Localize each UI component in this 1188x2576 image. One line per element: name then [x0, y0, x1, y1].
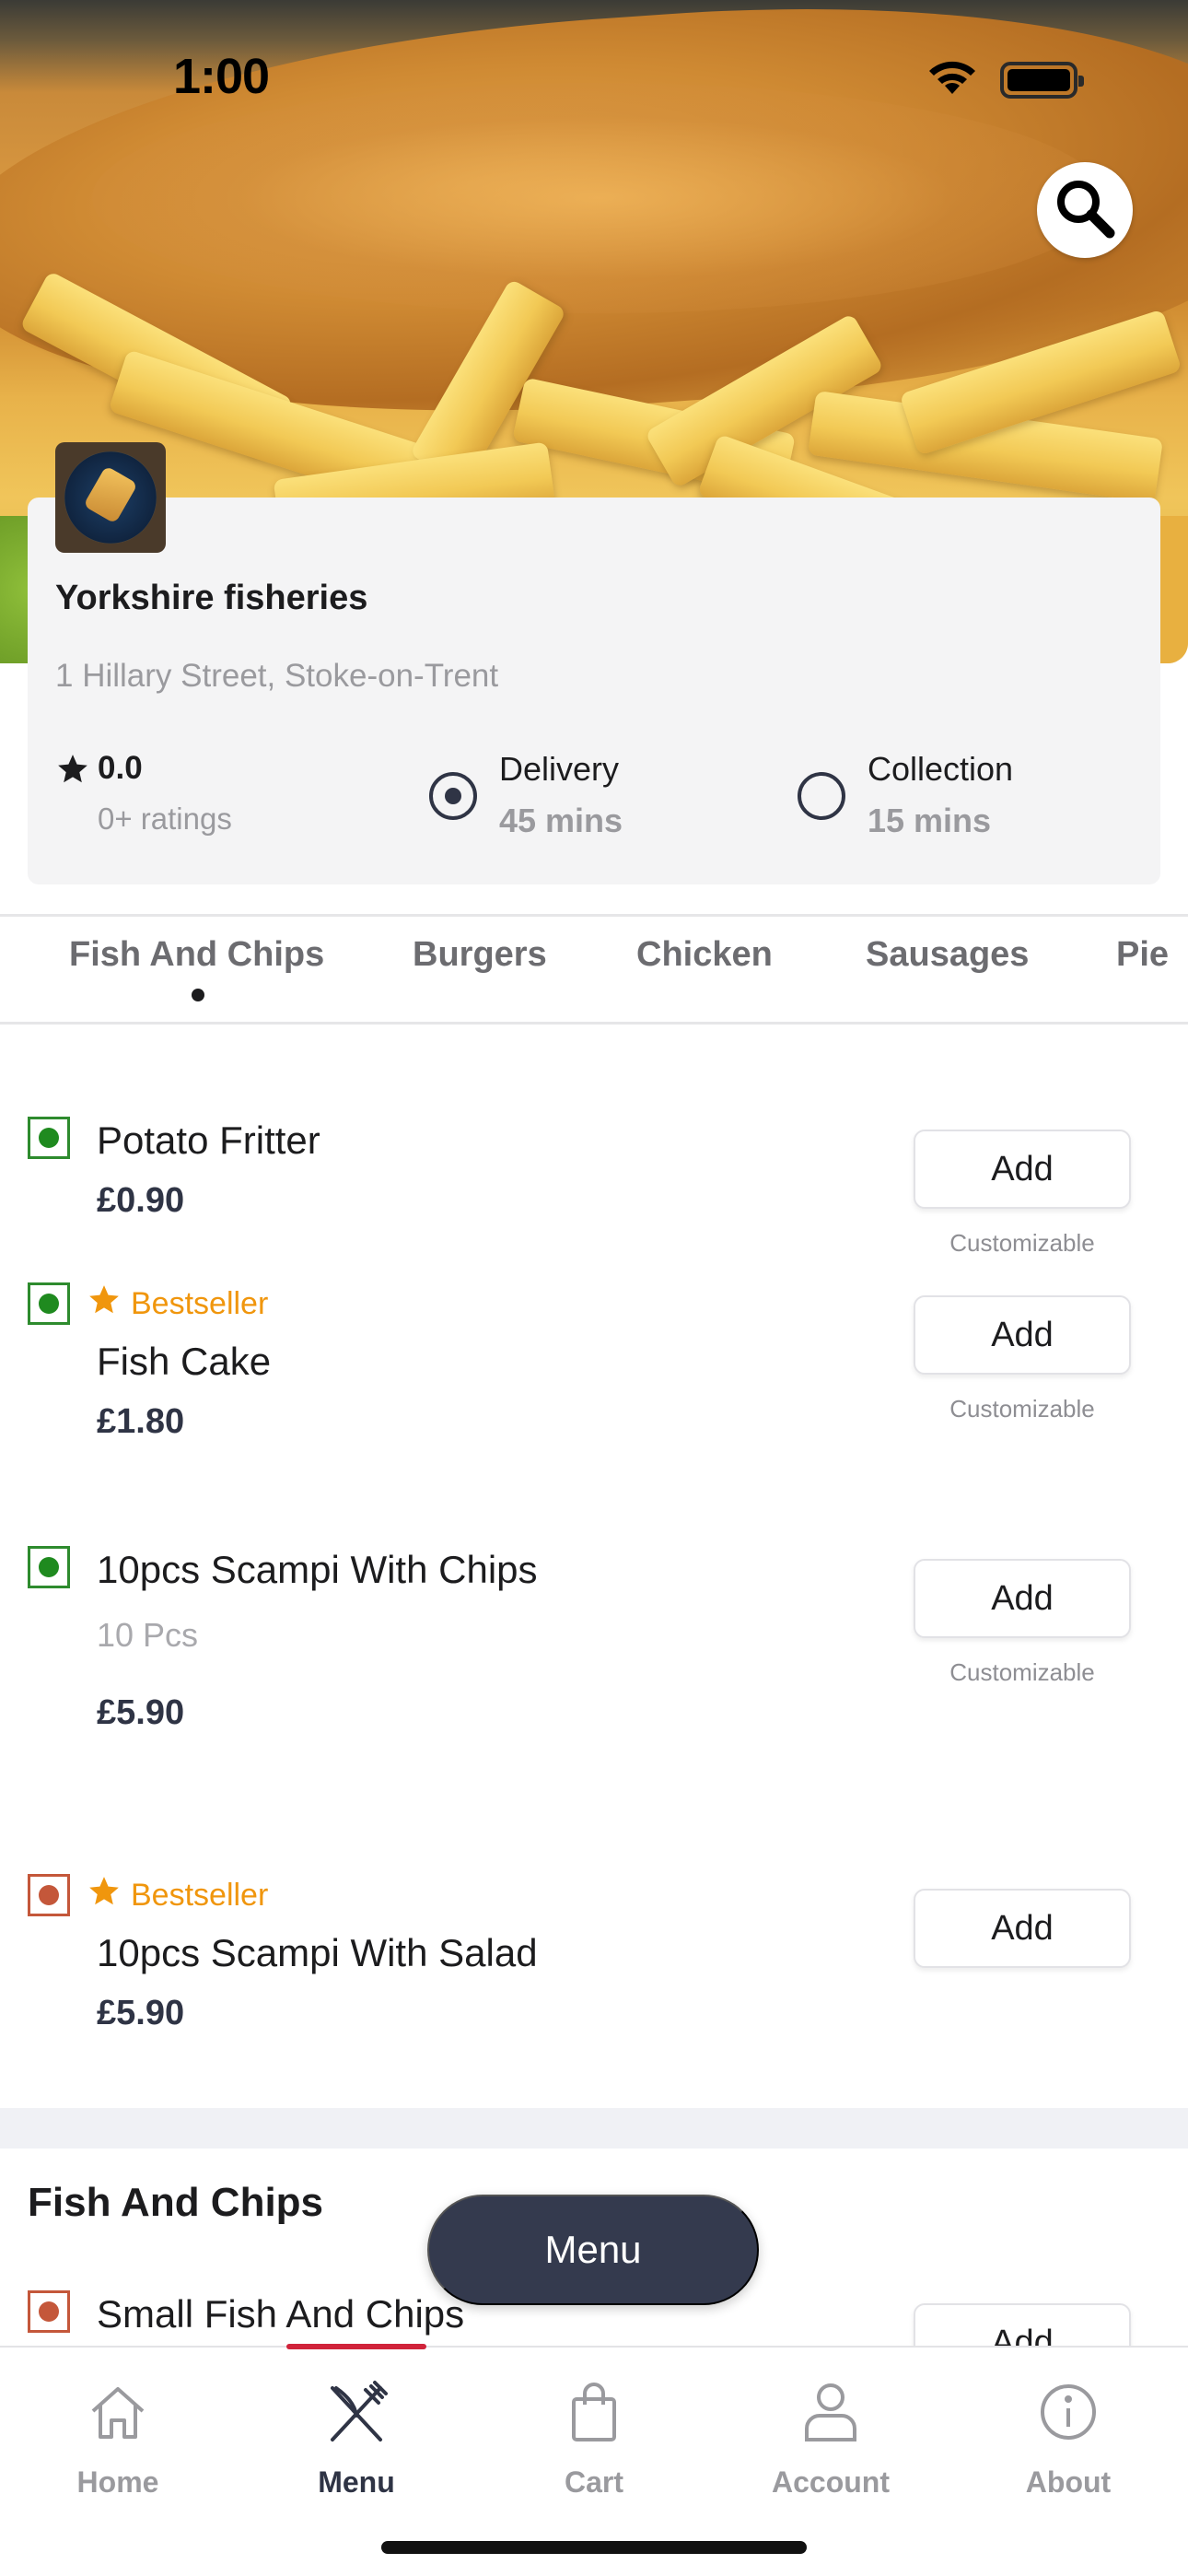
active-nav-indicator	[286, 2344, 426, 2349]
add-button[interactable]: Add	[914, 1559, 1131, 1638]
star-icon	[87, 1874, 122, 1917]
nav-cart-label: Cart	[564, 2465, 623, 2499]
category-tabs: Fish And Chips Burgers Chicken Sausages …	[0, 914, 1188, 1025]
star-icon	[87, 1282, 122, 1326]
fork-knife-icon	[264, 2366, 448, 2458]
star-icon	[55, 752, 90, 791]
nav-cart[interactable]: Cart	[502, 2366, 686, 2500]
nav-account-label: Account	[772, 2465, 890, 2499]
info-icon	[976, 2366, 1160, 2458]
add-button[interactable]: Add	[914, 1295, 1131, 1375]
nav-account[interactable]: Account	[739, 2366, 923, 2500]
restaurant-logo	[55, 442, 166, 553]
item-price: £5.90	[97, 1693, 185, 1732]
section-title: Fish And Chips	[28, 2180, 324, 2225]
user-icon	[739, 2366, 923, 2458]
bestseller-badge: Bestseller	[87, 1282, 268, 1326]
rating-count: 0+ ratings	[98, 802, 232, 836]
floating-menu-button[interactable]: Menu	[427, 2195, 759, 2305]
item-price: £0.90	[97, 1181, 185, 1220]
tab-chicken[interactable]: Chicken	[636, 935, 773, 975]
non-veg-indicator	[28, 2290, 70, 2333]
nav-home-label: Home	[76, 2465, 159, 2499]
item-name: Potato Fritter	[97, 1118, 320, 1162]
bestseller-label: Bestseller	[131, 1878, 269, 1913]
nav-menu[interactable]: Menu	[264, 2366, 448, 2500]
item-name: Small Fish And Chips	[97, 2292, 465, 2336]
wifi-icon	[925, 57, 980, 102]
collection-label: Collection	[868, 750, 1014, 788]
restaurant-address: 1 Hillary Street, Stoke-on-Trent	[55, 658, 499, 694]
customizable-label: Customizable	[949, 1658, 1095, 1686]
delivery-time: 45 mins	[499, 802, 623, 839]
item-name: 10pcs Scampi With Chips	[97, 1548, 538, 1591]
tab-pie[interactable]: Pie	[1116, 935, 1169, 975]
status-time: 1:00	[173, 49, 270, 104]
non-veg-indicator	[28, 1874, 70, 1916]
delivery-label: Delivery	[499, 750, 620, 788]
rating-value: 0.0	[98, 750, 143, 786]
search-icon	[1053, 176, 1117, 245]
item-name: Fish Cake	[97, 1340, 272, 1383]
customizable-label: Customizable	[949, 1395, 1095, 1423]
status-icons	[925, 57, 1084, 102]
customizable-label: Customizable	[949, 1229, 1095, 1257]
item-price: £1.80	[97, 1402, 185, 1441]
active-tab-indicator	[192, 989, 204, 1001]
add-button[interactable]: Add	[914, 1889, 1131, 1968]
search-button[interactable]	[1037, 162, 1133, 258]
item-description: 10 Pcs	[97, 1616, 199, 1654]
veg-indicator	[28, 1282, 70, 1325]
battery-icon	[1000, 61, 1084, 99]
tab-burgers[interactable]: Burgers	[413, 935, 547, 975]
bag-icon	[502, 2366, 686, 2458]
delivery-radio[interactable]	[429, 772, 477, 820]
veg-indicator	[28, 1546, 70, 1588]
veg-indicator	[28, 1117, 70, 1159]
collection-time: 15 mins	[868, 802, 992, 839]
tab-sausages[interactable]: Sausages	[866, 935, 1029, 975]
home-icon	[26, 2366, 210, 2458]
home-indicator	[381, 2541, 807, 2554]
bestseller-label: Bestseller	[131, 1286, 269, 1321]
bestseller-badge: Bestseller	[87, 1874, 268, 1917]
add-button[interactable]: Add	[914, 1130, 1131, 1209]
nav-home[interactable]: Home	[26, 2366, 210, 2500]
tab-fish-and-chips[interactable]: Fish And Chips	[69, 935, 324, 975]
nav-about[interactable]: About	[976, 2366, 1160, 2500]
collection-radio[interactable]	[798, 772, 845, 820]
item-name: 10pcs Scampi With Salad	[97, 1931, 538, 1974]
restaurant-name: Yorkshire fisheries	[55, 579, 368, 617]
item-price: £5.90	[97, 1994, 185, 2032]
nav-menu-label: Menu	[318, 2465, 395, 2499]
section-divider	[0, 2108, 1188, 2149]
nav-about-label: About	[1025, 2465, 1112, 2499]
